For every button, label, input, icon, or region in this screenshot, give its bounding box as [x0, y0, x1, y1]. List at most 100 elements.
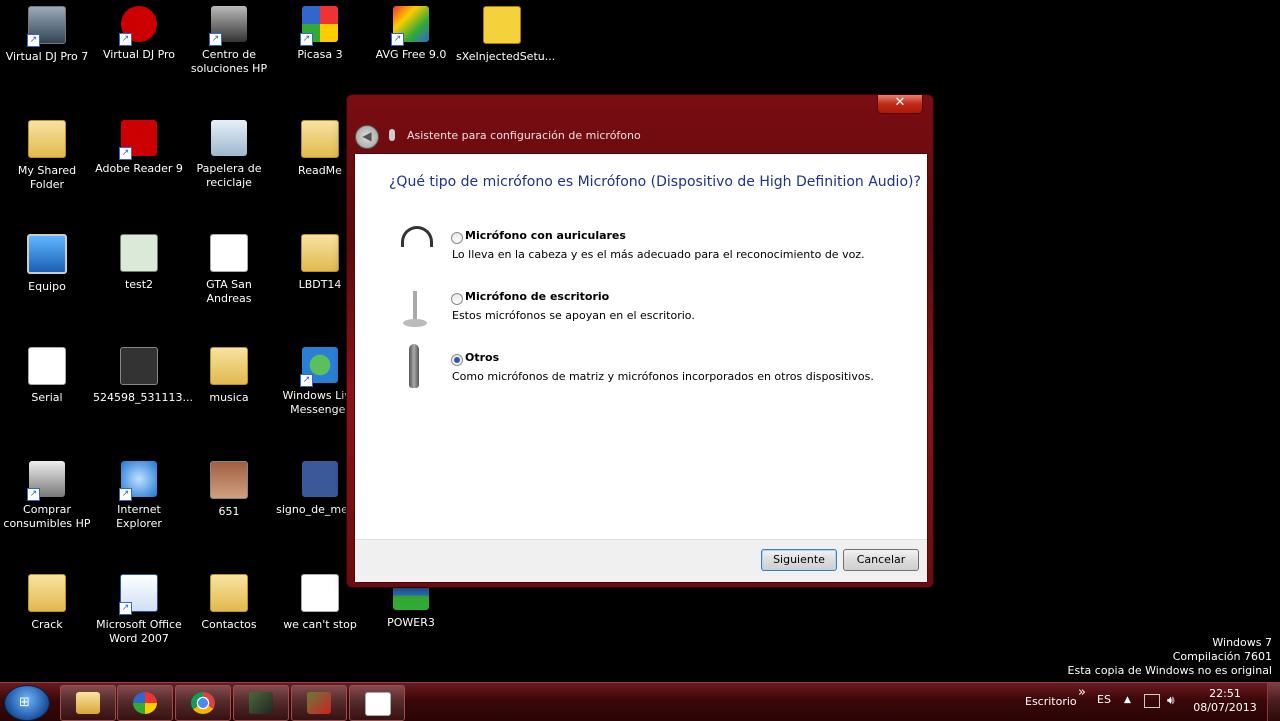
option-title: Micrófono de escritorio: [465, 290, 610, 303]
desktop-icon-label: test2: [124, 278, 154, 291]
headset-icon: [395, 222, 435, 268]
taskbar-explorer[interactable]: [60, 685, 116, 721]
language-indicator[interactable]: ES: [1097, 693, 1111, 706]
desktop-icon-comprar-consumibles-hp[interactable]: ↗ Comprar consumibles HP: [1, 461, 93, 531]
desktop-icon-equipo[interactable]: Equipo: [1, 234, 93, 294]
folder-icon: [28, 120, 66, 158]
desktop-icon-gta-san-andreas[interactable]: GTA San Andreas: [183, 234, 275, 306]
back-button[interactable]: ◀: [355, 125, 379, 149]
desktop-icon-recycle-bin[interactable]: Papelera de reciclaje: [183, 120, 275, 190]
desktop-icon-contactos[interactable]: Contactos: [183, 574, 275, 632]
desktop-icon-label: Equipo: [28, 280, 66, 293]
handheld-microphone-icon: [395, 344, 435, 390]
photo-icon: [120, 347, 158, 385]
desktop-toolbar-label[interactable]: Escritorio: [1025, 695, 1077, 708]
wizard-question: ¿Qué tipo de micrófono es Micrófono (Dis…: [389, 174, 921, 190]
desktop-icon-651[interactable]: 651: [183, 461, 275, 519]
clock[interactable]: 22:51 08/07/2013: [1192, 687, 1258, 715]
windows-logo-icon: ⊞: [19, 695, 30, 710]
desktop-icon-word-2007[interactable]: ↗ Microsoft Office Word 2007: [93, 574, 185, 646]
sxe-icon: [483, 6, 521, 44]
close-button[interactable]: ✕: [877, 95, 923, 114]
folder-icon: [76, 692, 100, 714]
desktop-icon-label: 524598_531113...: [93, 391, 193, 404]
taskbar-wizard[interactable]: [349, 685, 405, 721]
next-button[interactable]: Siguiente: [761, 549, 837, 571]
desktop-icon-label: we can't stop: [283, 618, 357, 631]
desktop-icon-crack[interactable]: Crack: [1, 574, 93, 632]
clock-time: 22:51: [1209, 687, 1241, 700]
like-image-icon: [302, 461, 338, 497]
desktop-icon-virtual-dj-pro[interactable]: ↗ Virtual DJ Pro: [93, 6, 185, 62]
folder-icon: [210, 347, 248, 385]
desktop-icon-virtual-dj-pro-7[interactable]: ↗ Virtual DJ Pro 7: [1, 6, 93, 64]
option-title: Otros: [465, 351, 500, 364]
watermark-line-3: Esta copia de Windows no es original: [1067, 664, 1272, 677]
folder-icon: [28, 574, 66, 612]
desktop-icon-hp-solutions[interactable]: ↗ Centro de soluciones HP: [183, 6, 275, 76]
option-headset[interactable]: Micrófono con auriculares Lo lleva en la…: [385, 222, 905, 278]
folder-icon: [301, 234, 339, 272]
printer-icon: ↗: [27, 461, 65, 501]
option-desktop-microphone[interactable]: Micrófono de escritorio Estos micrófonos…: [385, 283, 905, 339]
radio-other[interactable]: [451, 354, 463, 366]
taskbar-paint[interactable]: [117, 685, 173, 721]
recycle-bin-icon: [211, 120, 247, 156]
word-icon: ↗: [119, 574, 158, 615]
folder-icon: [301, 120, 339, 158]
start-button[interactable]: ⊞: [4, 685, 50, 721]
option-other[interactable]: Otros Como micrófonos de matriz y micróf…: [385, 344, 905, 400]
toolbar-chevron-icon[interactable]: »: [1078, 685, 1086, 700]
desktop-icon-label: Comprar consumibles HP: [3, 503, 91, 530]
messenger-icon: ↗: [300, 347, 338, 387]
virtual-dj-icon: ↗: [119, 6, 157, 46]
option-description: Lo lleva en la cabeza y es el más adecua…: [452, 248, 865, 261]
desktop-icon-label: Contactos: [201, 618, 257, 631]
windows-watermark: Windows 7 Compilación 7601 Esta copia de…: [1068, 636, 1272, 678]
option-description: Estos micrófonos se apoyan en el escrito…: [452, 309, 695, 322]
volume-icon[interactable]: 🔊︎: [1167, 693, 1175, 708]
desktop-icon-label: Virtual DJ Pro: [102, 48, 176, 61]
show-desktop-button[interactable]: [1267, 683, 1280, 721]
taskbar-app-2[interactable]: [291, 685, 347, 721]
radio-desktop-microphone[interactable]: [451, 293, 463, 305]
cancel-button[interactable]: Cancelar: [843, 549, 919, 571]
desktop-icon-photo-524598[interactable]: 524598_531113...: [93, 347, 193, 405]
taskbar-chrome[interactable]: [175, 685, 231, 721]
desktop-icon-label: Serial: [31, 391, 63, 404]
desktop-icon-internet-explorer[interactable]: ↗ Internet Explorer: [93, 461, 185, 531]
desktop-icon-picasa[interactable]: ↗ Picasa 3: [274, 6, 366, 62]
document-icon: [210, 234, 248, 272]
desktop-icon-label: Adobe Reader 9: [95, 162, 183, 175]
clock-date: 08/07/2013: [1193, 701, 1257, 714]
desktop-icon-adobe-reader[interactable]: ↗ Adobe Reader 9: [93, 120, 185, 176]
watermark-line-2: Compilación 7601: [1172, 650, 1272, 663]
desktop-icon-label: Picasa 3: [297, 48, 343, 61]
desktop-icon-label: GTA San Andreas: [206, 278, 252, 305]
desktop-icon-serial[interactable]: Serial: [1, 347, 93, 405]
chrome-icon: [191, 692, 215, 714]
internet-explorer-icon: ↗: [119, 461, 157, 501]
taskbar-app-1[interactable]: [233, 685, 289, 721]
virtual-dj-icon: ↗: [27, 6, 66, 47]
desktop-icon-avg[interactable]: ↗ AVG Free 9.0: [365, 6, 457, 62]
avg-icon: ↗: [391, 6, 429, 46]
photo-icon: [210, 461, 248, 499]
desktop-icon-label: musica: [209, 391, 249, 404]
desktop-icon-label: My Shared Folder: [17, 164, 77, 191]
picasa-icon: ↗: [300, 6, 338, 46]
desktop-icon-label: Centro de soluciones HP: [190, 48, 268, 75]
contacts-folder-icon: [210, 574, 248, 612]
microphone-icon: [389, 129, 395, 141]
network-icon[interactable]: [1144, 694, 1160, 708]
hp-icon: ↗: [209, 6, 247, 46]
show-hidden-icons-icon[interactable]: ▲: [1124, 695, 1131, 705]
desktop-icon-test2[interactable]: test2: [93, 234, 185, 292]
desktop-icon-musica[interactable]: musica: [183, 347, 275, 405]
radio-headset[interactable]: [451, 232, 463, 244]
watermark-line-1: Windows 7: [1212, 636, 1272, 649]
desktop-icon-sxe-setup[interactable]: sXeInjectedSetu...: [456, 6, 555, 64]
text-file-icon: [28, 347, 66, 385]
desktop-icon-my-shared-folder[interactable]: My Shared Folder: [1, 120, 93, 192]
taskbar: ⊞ Escritorio » ES ▲ 🔊︎ 22:51 08/07/2013: [0, 682, 1280, 721]
